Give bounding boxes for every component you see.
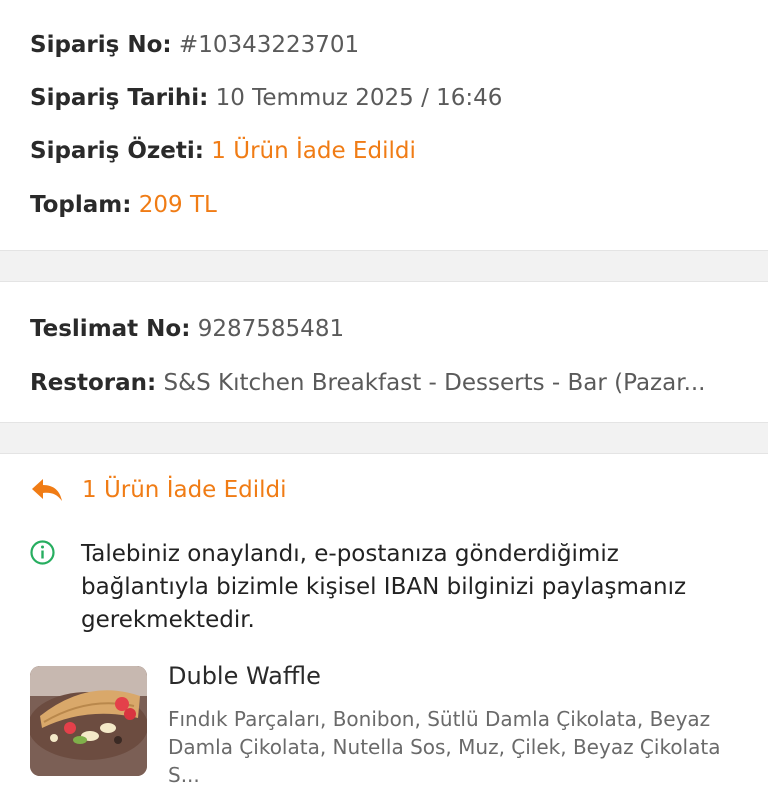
section-divider (0, 250, 768, 282)
delivery-no-row: Teslimat No: 9287585481 (30, 314, 344, 344)
order-no-value: #10343223701 (178, 32, 360, 58)
order-summary-row: Sipariş Özeti: 1 Ürün İade Edildi (30, 136, 416, 166)
order-total-value: 209 TL (138, 192, 217, 218)
order-date-value: 10 Temmuz 2025 / 16:46 (215, 85, 503, 111)
order-no-row: Sipariş No: #10343223701 (30, 30, 359, 60)
product-name: Duble Waffle (168, 662, 321, 690)
restaurant-value: S&S Kıtchen Breakfast - Desserts - Bar (… (163, 370, 706, 396)
restaurant-label: Restoran: (30, 370, 157, 396)
return-heading: 1 Ürün İade Edildi (30, 477, 287, 503)
order-no-label: Sipariş No: (30, 32, 172, 58)
order-date-row: Sipariş Tarihi: 10 Temmuz 2025 / 16:46 (30, 83, 502, 113)
delivery-no-label: Teslimat No: (30, 316, 191, 342)
delivery-no-value: 9287585481 (197, 316, 345, 342)
order-total-row: Toplam: 209 TL (30, 190, 217, 220)
order-info-card: Sipariş No: #10343223701 Sipariş Tarihi:… (0, 0, 768, 250)
info-circle-icon (30, 540, 55, 565)
product-image[interactable] (30, 666, 147, 776)
restaurant-row: Restoran: S&S Kıtchen Breakfast - Desser… (30, 368, 706, 398)
order-summary-label: Sipariş Özeti: (30, 138, 204, 164)
iban-info-message: Talebiniz onaylandı, e-postanıza gönderd… (81, 541, 687, 633)
reply-arrow-icon (32, 479, 62, 501)
order-total-label: Toplam: (30, 192, 132, 218)
delivery-info-card: Teslimat No: 9287585481 Restoran: S&S Kı… (0, 282, 768, 422)
return-heading-text: 1 Ürün İade Edildi (82, 477, 287, 503)
section-divider (0, 422, 768, 454)
product-description: Fındık Parçaları, Bonibon, Sütlü Damla Ç… (168, 707, 721, 787)
order-summary-value: 1 Ürün İade Edildi (211, 138, 416, 164)
order-date-label: Sipariş Tarihi: (30, 85, 209, 111)
